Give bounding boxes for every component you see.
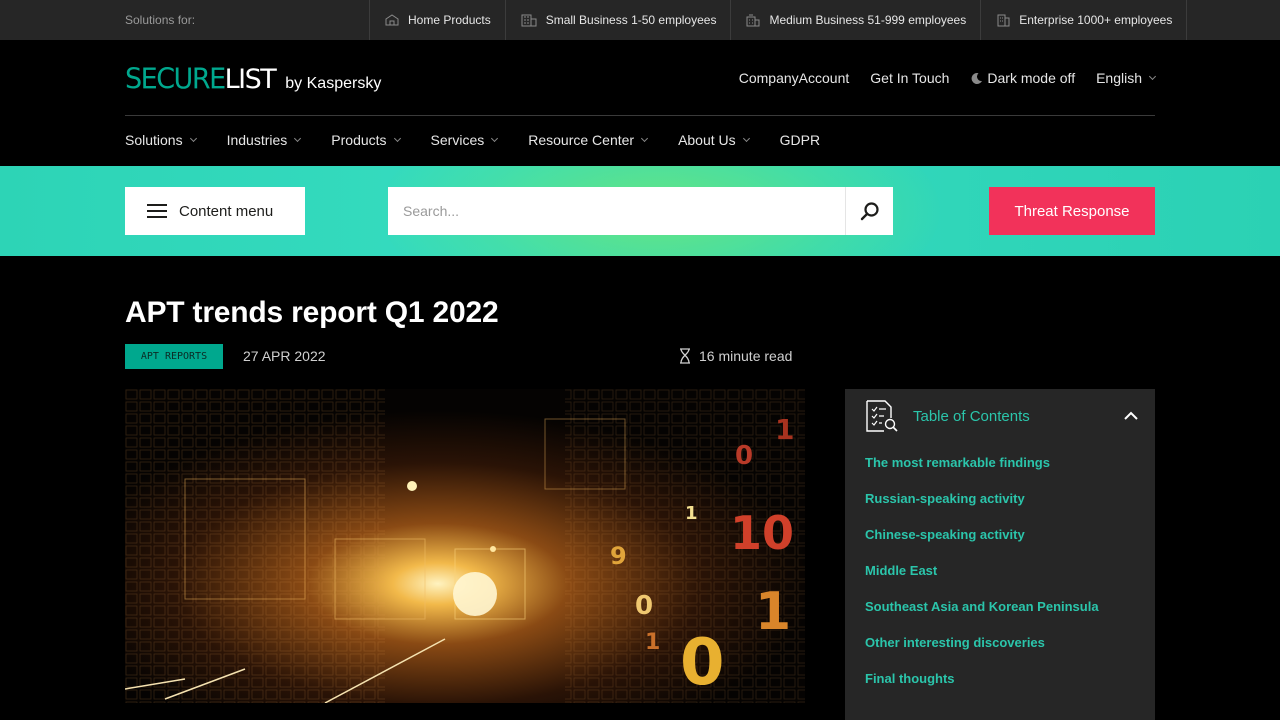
toc-list: The most remarkable findings Russian-spe… bbox=[865, 455, 1099, 707]
main-nav: Solutions Industries Products Services R… bbox=[125, 132, 851, 148]
search-icon bbox=[860, 202, 879, 221]
hourglass-icon bbox=[680, 348, 690, 364]
publish-date: 27 APR 2022 bbox=[243, 348, 326, 364]
segment-medium-business[interactable]: Medium Business 51-999 employees bbox=[731, 0, 982, 40]
nav-item-resource-center[interactable]: Resource Center bbox=[528, 132, 649, 148]
solutions-segments: Home Products Small Business 1-50 employ… bbox=[369, 0, 1188, 40]
enterprise-building-icon bbox=[997, 14, 1010, 26]
segment-label: Medium Business 51-999 employees bbox=[769, 13, 967, 27]
medium-building-icon bbox=[746, 14, 760, 26]
svg-text:9: 9 bbox=[610, 542, 627, 570]
logo-list: LIST bbox=[224, 64, 277, 95]
content-toolbar: Content menu Threat Response bbox=[0, 166, 1280, 256]
logo-secure: SECURE bbox=[125, 63, 226, 96]
nav-item-products[interactable]: Products bbox=[331, 132, 401, 148]
category-tag[interactable]: APT REPORTS bbox=[125, 344, 223, 369]
home-icon bbox=[385, 14, 399, 26]
svg-text:1: 1 bbox=[685, 503, 698, 524]
moon-icon bbox=[971, 72, 983, 84]
nav-item-about-us[interactable]: About Us bbox=[678, 132, 750, 148]
dark-mode-label: Dark mode off bbox=[987, 70, 1076, 86]
solutions-for-label: Solutions for: bbox=[125, 13, 196, 27]
nav-label: Industries bbox=[226, 132, 288, 148]
chevron-down-icon bbox=[641, 134, 649, 143]
content-menu-button[interactable]: Content menu bbox=[125, 187, 305, 235]
svg-text:1: 1 bbox=[775, 413, 794, 446]
svg-text:0: 0 bbox=[735, 441, 753, 471]
svg-text:0: 0 bbox=[680, 626, 725, 700]
toc-link[interactable]: Final thoughts bbox=[865, 671, 1099, 707]
segment-label: Home Products bbox=[408, 13, 491, 27]
small-office-icon bbox=[521, 14, 537, 26]
language-selector[interactable]: English bbox=[1096, 70, 1157, 86]
toc-link[interactable]: Other interesting discoveries bbox=[865, 635, 1099, 671]
search-input[interactable] bbox=[388, 187, 845, 235]
hamburger-icon bbox=[147, 204, 167, 218]
nav-item-solutions[interactable]: Solutions bbox=[125, 132, 197, 148]
nav-label: Solutions bbox=[125, 132, 183, 148]
table-of-contents: Table of Contents The most remarkable fi… bbox=[845, 389, 1155, 720]
svg-text:1: 1 bbox=[645, 630, 660, 655]
read-time-label: 16 minute read bbox=[699, 348, 793, 364]
toc-link[interactable]: Chinese-speaking activity bbox=[865, 527, 1099, 563]
chevron-down-icon bbox=[1148, 72, 1157, 81]
segment-label: Enterprise 1000+ employees bbox=[1019, 13, 1173, 27]
nav-label: Services bbox=[430, 132, 485, 148]
nav-item-industries[interactable]: Industries bbox=[226, 132, 302, 148]
solutions-bar: Solutions for: Home Products Small Busin… bbox=[0, 0, 1280, 40]
nav-label: About Us bbox=[678, 132, 736, 148]
toc-header[interactable]: Table of Contents bbox=[845, 389, 1155, 445]
svg-text:1: 1 bbox=[755, 582, 791, 642]
logo-by-kaspersky: by Kaspersky bbox=[285, 75, 382, 92]
hero-image: 10 1 0 0 9 1 0 1 1 bbox=[125, 389, 805, 703]
language-label: English bbox=[1096, 70, 1142, 86]
threat-response-button[interactable]: Threat Response bbox=[989, 187, 1155, 235]
segment-label: Small Business 1-50 employees bbox=[545, 13, 717, 27]
chevron-down-icon bbox=[393, 134, 401, 143]
chevron-down-icon bbox=[294, 134, 302, 143]
search-box bbox=[388, 187, 893, 235]
header-divider bbox=[125, 115, 1155, 116]
toc-link[interactable]: Southeast Asia and Korean Peninsula bbox=[865, 599, 1099, 635]
toc-link[interactable]: Middle East bbox=[865, 563, 1099, 599]
chevron-down-icon bbox=[189, 134, 197, 143]
dark-mode-toggle[interactable]: Dark mode off bbox=[970, 70, 1075, 86]
toc-link[interactable]: The most remarkable findings bbox=[865, 455, 1099, 491]
toc-title: Table of Contents bbox=[913, 408, 1030, 425]
securelist-logo[interactable]: SECURE LIST by Kaspersky bbox=[125, 63, 382, 96]
svg-text:0: 0 bbox=[635, 591, 653, 621]
content-menu-label: Content menu bbox=[179, 202, 274, 220]
nav-label: Resource Center bbox=[528, 132, 635, 148]
article-title: APT trends report Q1 2022 bbox=[125, 296, 499, 329]
segment-small-business[interactable]: Small Business 1-50 employees bbox=[506, 0, 732, 40]
document-search-icon bbox=[866, 400, 898, 432]
nav-label: Products bbox=[331, 132, 387, 148]
utility-nav: CompanyAccount Get In Touch Dark mode of… bbox=[739, 70, 1157, 86]
nav-label: GDPR bbox=[779, 132, 821, 148]
company-account-link[interactable]: CompanyAccount bbox=[739, 70, 850, 86]
svg-text:10: 10 bbox=[730, 506, 794, 560]
segment-enterprise[interactable]: Enterprise 1000+ employees bbox=[981, 0, 1188, 40]
toc-link[interactable]: Russian-speaking activity bbox=[865, 491, 1099, 527]
nav-item-services[interactable]: Services bbox=[430, 132, 499, 148]
search-button[interactable] bbox=[845, 187, 893, 235]
segment-home-products[interactable]: Home Products bbox=[370, 0, 506, 40]
read-time: 16 minute read bbox=[679, 348, 792, 364]
chevron-down-icon bbox=[742, 134, 750, 143]
nav-item-gdpr[interactable]: GDPR bbox=[780, 132, 820, 148]
get-in-touch-link[interactable]: Get In Touch bbox=[870, 70, 949, 86]
chevron-up-icon[interactable] bbox=[1124, 409, 1138, 423]
chevron-down-icon bbox=[491, 134, 499, 143]
